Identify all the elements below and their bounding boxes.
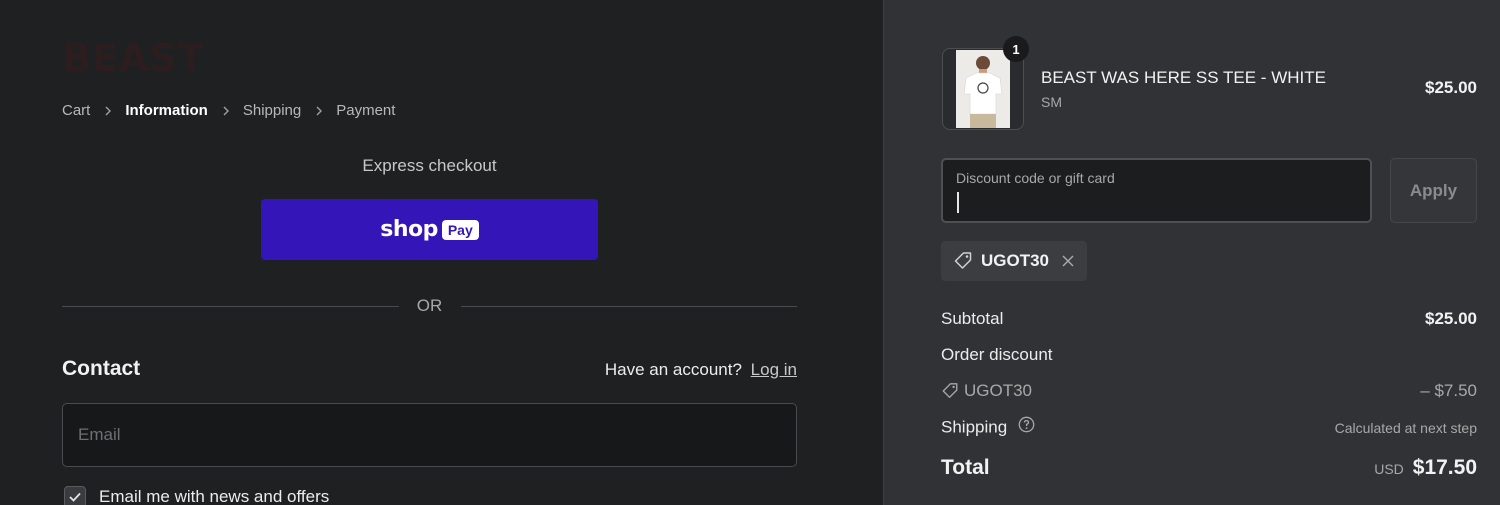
quantity-badge: 1 (1003, 36, 1029, 62)
subtotal-value: $25.00 (1425, 309, 1477, 328)
shipping-value: Calculated at next step (1334, 420, 1477, 436)
tag-icon (942, 383, 958, 398)
newsletter-checkbox[interactable] (64, 486, 86, 505)
shop-pay-badge: Pay (441, 219, 479, 240)
close-icon[interactable] (1061, 254, 1075, 268)
discount-value: – $7.50 (1420, 381, 1477, 400)
text-cursor (957, 192, 959, 213)
product-image (956, 50, 1010, 128)
order-summary-panel: 1 BEAST WAS HERE SS TEE - WHITE SM $25.0… (883, 0, 1500, 505)
discount-detail-row: UGOT30 – $7.50 (941, 381, 1477, 401)
chevron-right-icon (315, 106, 323, 116)
newsletter-option: Email me with news and offers (64, 486, 329, 505)
account-prompt-text: Have an account? (604, 360, 742, 379)
chevron-right-icon (104, 106, 112, 116)
email-field[interactable] (62, 403, 797, 467)
breadcrumb: Cart Information Shipping Payment (62, 100, 395, 120)
shipping-label-group: Shipping (941, 416, 1035, 439)
breadcrumb-information: Information (125, 101, 208, 119)
main-checkout-column: BEAST Cart Information Shipping Payment … (0, 0, 883, 505)
product-variant: SM (1041, 94, 1062, 110)
subtotal-label: Subtotal (941, 309, 1004, 328)
shop-pay-button[interactable]: shop Pay (261, 199, 598, 260)
order-discount-row: Order discount (941, 345, 1477, 365)
applied-discount-code: UGOT30 (981, 251, 1050, 270)
contact-heading: Contact (62, 357, 141, 380)
checkmark-icon (69, 492, 81, 502)
total-label: Total (941, 456, 990, 479)
order-discount-label: Order discount (941, 345, 1053, 364)
discount-code-label: UGOT30 (941, 381, 1032, 401)
shop-pay-logo-text: shop (380, 217, 438, 242)
or-text: OR (416, 296, 443, 315)
account-prompt: Have an account? Log in (605, 360, 797, 380)
breadcrumb-payment: Payment (336, 101, 396, 119)
or-divider: OR (62, 296, 797, 316)
breadcrumb-cart[interactable]: Cart (62, 102, 90, 119)
product-price: $25.00 (1425, 78, 1477, 97)
total-value: $17.50 (1412, 456, 1477, 479)
shipping-label: Shipping (941, 417, 1008, 437)
chevron-right-icon (222, 106, 230, 116)
subtotal-row: Subtotal $25.00 (941, 309, 1477, 329)
newsletter-label: Email me with news and offers (99, 487, 330, 505)
total-row: Total USD $17.50 (941, 456, 1477, 480)
divider-line (460, 305, 797, 307)
total-amount: USD $17.50 (1374, 456, 1477, 480)
breadcrumb-shipping: Shipping (242, 101, 302, 119)
login-link[interactable]: Log in (751, 360, 797, 379)
express-checkout-title: Express checkout (362, 156, 497, 175)
divider-line (62, 305, 399, 307)
apply-discount-button[interactable]: Apply (1390, 158, 1477, 223)
product-name: BEAST WAS HERE SS TEE - WHITE (1041, 68, 1326, 87)
help-icon[interactable] (1018, 416, 1035, 438)
applied-discount-chip: UGOT30 (941, 241, 1088, 281)
discount-code-field[interactable]: Discount code or gift card (941, 158, 1372, 223)
shipping-row: Shipping Calculated at next step (941, 416, 1477, 439)
brand-logo[interactable]: BEAST (62, 36, 205, 80)
discount-field-label: Discount code or gift card (956, 170, 1115, 186)
tag-icon (954, 252, 972, 269)
currency-code: USD (1374, 461, 1404, 477)
discount-code-text: UGOT30 (964, 381, 1033, 400)
